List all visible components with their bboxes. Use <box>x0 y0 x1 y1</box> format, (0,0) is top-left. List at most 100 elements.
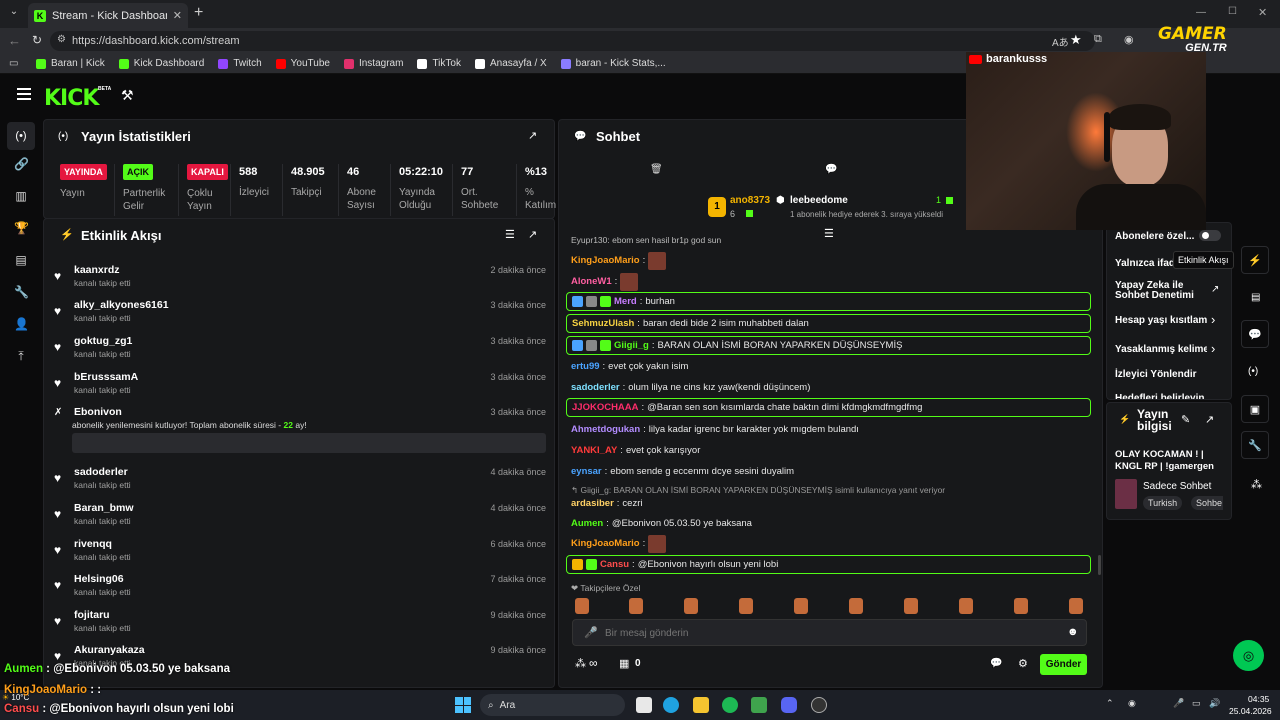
chat-username[interactable]: ertu99 <box>571 361 600 372</box>
activity-username[interactable]: goktug_zg1 <box>74 335 132 347</box>
chat-username[interactable]: KingJoaoMario <box>571 255 640 266</box>
tab-search-icon[interactable]: ▭ <box>9 58 18 69</box>
chat-username[interactable]: SehmuzUlash <box>572 318 634 329</box>
emote-shortcut-icon[interactable] <box>575 598 589 614</box>
side-apps-icon[interactable]: ⁂ <box>1251 478 1262 491</box>
chat-username[interactable]: Merd <box>614 296 637 307</box>
side-activity-icon[interactable]: ⚡ <box>1241 246 1269 274</box>
taskbar-search[interactable]: ⌕ Ara <box>480 694 625 716</box>
chat-message[interactable]: JJOKOCHAAA: @Baran sen son kısımlarda cha… <box>566 398 1091 417</box>
chat-username[interactable]: Ahmetdogukan <box>571 424 640 435</box>
translate-icon[interactable]: Aあ <box>1052 34 1069 49</box>
chat-message[interactable]: ertu99: evet çok yakın isim <box>566 357 1091 376</box>
send-button[interactable]: Gönder <box>1040 654 1087 675</box>
nav-tools-icon[interactable]: 🔧 <box>14 285 29 299</box>
activity-username[interactable]: alky_alkyones6161 <box>74 299 169 311</box>
activity-username[interactable]: Ebonivon <box>74 406 122 418</box>
reload-icon[interactable]: ↻ <box>32 33 42 47</box>
activity-item[interactable]: ♥ sadoderler kanalı takip etti 4 dakika önc… <box>54 465 546 499</box>
activity-username[interactable]: rivenqq <box>74 538 112 550</box>
nav-analytics-icon[interactable]: ▥ <box>14 189 28 203</box>
activity-username[interactable]: kaanxrdz <box>74 264 120 276</box>
network-icon[interactable]: ▭ <box>1192 698 1201 709</box>
close-window-icon[interactable]: ✕ <box>1258 6 1267 19</box>
chat-username[interactable]: YANKI_AY <box>571 445 617 456</box>
extensions-icon[interactable]: ⧉ <box>1094 33 1102 46</box>
chat-message[interactable]: ardasiber: cezri <box>566 494 1091 513</box>
activity-username[interactable]: sadoderler <box>74 466 128 478</box>
emote-shortcut-icon[interactable] <box>794 598 808 614</box>
chat-message-input[interactable] <box>605 625 1045 641</box>
minimize-icon[interactable]: — <box>1196 7 1206 18</box>
chat-input-box[interactable]: 🎤 ☻ <box>572 619 1087 646</box>
emote-shortcut-icon[interactable] <box>1069 598 1083 614</box>
site-info-icon[interactable]: ⚙ <box>57 34 66 45</box>
chat-username[interactable]: eynsar <box>571 466 602 477</box>
stats-popout-icon[interactable]: ↗ <box>528 129 537 142</box>
chat-username[interactable]: Giigii_g <box>614 340 649 351</box>
chat-message[interactable]: AloneW1: <box>566 272 1091 291</box>
activity-resub-item[interactable]: ✗ Ebonivon abonelik yenilemesini kutluyor!… <box>54 405 546 457</box>
trash-icon[interactable]: 🗑 <box>650 164 663 175</box>
info-popout-icon[interactable]: ↗ <box>1205 413 1214 426</box>
side-moderation-icon[interactable]: ▣ <box>1241 395 1269 423</box>
emote-shortcut-icon[interactable] <box>959 598 973 614</box>
nav-upload-icon[interactable]: ⤒ <box>14 349 28 363</box>
kick-logo[interactable]: KICK <box>44 86 99 111</box>
side-broadcast-icon[interactable]: (•) <box>1248 366 1258 377</box>
nav-stream-icon[interactable]: (•) <box>7 122 35 150</box>
spotify-icon[interactable] <box>722 697 738 713</box>
tab-list-button[interactable]: ⌄ <box>6 6 22 22</box>
nav-media-icon[interactable]: ▤ <box>14 253 28 267</box>
side-chat-icon[interactable]: 💬 <box>1241 320 1269 348</box>
activity-item[interactable]: ♥ fojitaru kanalı takip etti 9 dakika önce <box>54 608 546 642</box>
chat-message[interactable]: Cansu: @Ebonivon hayırlı olsun yeni lobi <box>566 555 1091 574</box>
edit-pencil-icon[interactable]: ✎ <box>1181 413 1190 426</box>
activity-username[interactable]: Helsing06 <box>74 573 124 585</box>
maximize-icon[interactable]: ☐ <box>1228 6 1237 17</box>
tag-chip[interactable]: Turkish <box>1143 496 1183 510</box>
profile-icon[interactable]: ◉ <box>1124 33 1134 46</box>
bookmark-star-icon[interactable]: ★ <box>1070 32 1082 48</box>
activity-item[interactable]: ♥ Helsing06 kanalı takip etti 7 dakika önce <box>54 572 546 606</box>
chat-mode-icon[interactable]: 💬 <box>825 164 837 175</box>
activity-username[interactable]: Baran_bmw <box>74 502 134 514</box>
account-age-item[interactable]: Hesap yaşı kısıtlama <box>1115 315 1207 326</box>
leader-user1[interactable]: ano8373 <box>730 195 770 206</box>
tray-chevron-icon[interactable]: ⌃ <box>1106 698 1114 709</box>
bookmark-item[interactable]: Anasayfa / X <box>474 58 547 69</box>
activity-item[interactable]: ♥ goktug_zg1 kanalı takip etti 3 dakika önc… <box>54 334 546 368</box>
chat-username[interactable]: AloneW1 <box>571 276 612 287</box>
activity-item[interactable]: ♥ kaanxrdz kanalı takip etti 2 dakika önce <box>54 263 546 297</box>
mic-icon[interactable]: 🎤 <box>584 626 598 639</box>
hammer-icon[interactable]: ⚒ <box>121 87 134 104</box>
category-name[interactable]: Sadece Sohbet <box>1143 481 1211 492</box>
chat-message[interactable]: KingJoaoMario: <box>566 251 1091 270</box>
chat-message[interactable]: Ahmetdogukan: lilya kadar igrenc bır kara… <box>566 420 1091 439</box>
edge-icon[interactable] <box>663 697 679 713</box>
start-button[interactable] <box>455 697 471 713</box>
chat-message[interactable]: Giigii_g: BARAN OLAN İSMİ BORAN YAPARKEN … <box>566 336 1091 355</box>
chat-username[interactable]: ardasiber <box>571 498 614 509</box>
bookmark-item[interactable]: Twitch <box>218 58 262 69</box>
bookmark-item[interactable]: Kick Dashboard <box>118 58 204 69</box>
goals-item[interactable]: Hedefleri belirleyin <box>1115 393 1204 399</box>
chat-settings-bubble-icon[interactable]: 💬 <box>990 658 1002 669</box>
nav-link-icon[interactable]: 🔗 <box>14 157 29 171</box>
chat-message[interactable]: Aumen: @Ebonivon 05.03.50 ye baksana <box>566 514 1091 533</box>
chat-username[interactable]: Cansu <box>600 559 629 570</box>
tag-chip[interactable]: Sohbe <box>1191 496 1223 510</box>
chat-message[interactable]: eynsar: ebom sende g eccenmı dcye sesini … <box>566 462 1091 481</box>
activity-filter-icon[interactable]: ☰ <box>505 228 515 241</box>
ai-moderation-item[interactable]: Yapay Zeka ile Sohbet Denetimi ↗ <box>1115 281 1225 301</box>
url-field[interactable]: ⚙ https://dashboard.kick.com/stream <box>50 31 1095 51</box>
chat-message[interactable]: Merd: burhan <box>566 292 1091 311</box>
bookmark-item[interactable]: TikTok <box>417 58 461 69</box>
banned-words-item[interactable]: Yasaklanmış kelimel <box>1115 344 1207 355</box>
activity-item[interactable]: ♥ bErusssamA kanalı takip etti 3 dakika önc… <box>54 370 546 404</box>
viewer-redirect-item[interactable]: İzleyici Yönlendir <box>1115 369 1197 380</box>
chat-message[interactable]: sadoderler: olum lilya ne cins kız yaw(ke… <box>566 378 1091 397</box>
side-notes-icon[interactable]: ▤ <box>1251 292 1260 303</box>
file-explorer-icon[interactable] <box>693 697 709 713</box>
activity-popout-icon[interactable]: ↗ <box>528 228 537 241</box>
